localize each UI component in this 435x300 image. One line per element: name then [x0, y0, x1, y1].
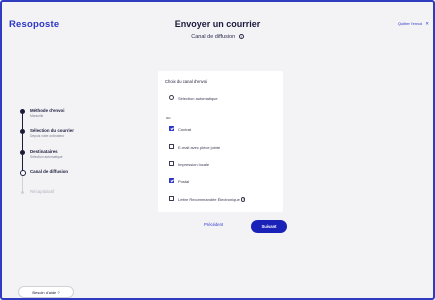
channel-card: Choix du canal d'envoi Sélection automat… — [158, 71, 283, 212]
info-icon[interactable]: i — [240, 197, 246, 202]
step-label: Sélection du courrier — [30, 128, 74, 133]
step-label: Canal de diffusion — [30, 169, 69, 174]
or-separator: ou — [166, 115, 171, 120]
step-dot-done — [20, 150, 25, 155]
page-title: Envoyer un courrier — [174, 19, 261, 29]
step-sub: Manuelle — [30, 114, 44, 118]
checkbox-lre[interactable] — [169, 196, 174, 201]
step-dot-done — [20, 109, 25, 114]
option-label-lre[interactable]: Lettre Recommandée Électronique i — [178, 197, 246, 202]
close-icon[interactable]: ✕ — [425, 21, 429, 26]
quit-link[interactable]: Quitter l'envoi ✕ — [398, 21, 429, 27]
next-button[interactable]: Suivant — [251, 220, 287, 233]
stepper-line-future — [22, 174, 23, 191]
page-subtitle-text: Canal de diffusion — [191, 34, 236, 40]
checkbox-local-print[interactable] — [169, 161, 174, 166]
checkbox-email[interactable] — [169, 144, 174, 149]
step-sub: Sélection automatique — [30, 155, 63, 159]
step-dot-current — [19, 170, 26, 176]
option-label[interactable]: Lettre Recommandée Électronique — [178, 197, 240, 202]
step-label: Récapitulatif — [30, 189, 55, 194]
step-label: Destinataires — [30, 149, 58, 154]
step-sub: Depuis votre ordinateur — [30, 134, 65, 138]
stepper-line — [22, 112, 23, 172]
page-subtitle: Canal de diffusion i — [0, 34, 435, 40]
quit-label[interactable]: Quitter l'envoi — [398, 21, 422, 26]
auto-select-radio[interactable] — [169, 95, 174, 100]
option-label[interactable]: E-mail avec pièce jointe — [178, 145, 220, 150]
option-label[interactable]: Postal — [178, 179, 189, 184]
step-dot-future — [21, 191, 24, 194]
checkbox-contrat[interactable] — [169, 126, 174, 131]
help-button[interactable]: Besoin d'aide ? — [18, 286, 74, 298]
info-icon[interactable]: i — [238, 34, 244, 40]
step-label: Méthode d'envoi — [30, 108, 65, 113]
checkbox-postal[interactable] — [169, 178, 174, 183]
auto-select-label[interactable]: Sélection automatique — [178, 96, 218, 101]
card-title: Choix du canal d'envoi — [165, 79, 208, 84]
step-dot-done — [20, 129, 25, 134]
option-label[interactable]: Impression locale — [178, 162, 209, 167]
previous-button[interactable]: Précédent — [204, 222, 223, 227]
option-label[interactable]: Contrat — [178, 127, 191, 132]
